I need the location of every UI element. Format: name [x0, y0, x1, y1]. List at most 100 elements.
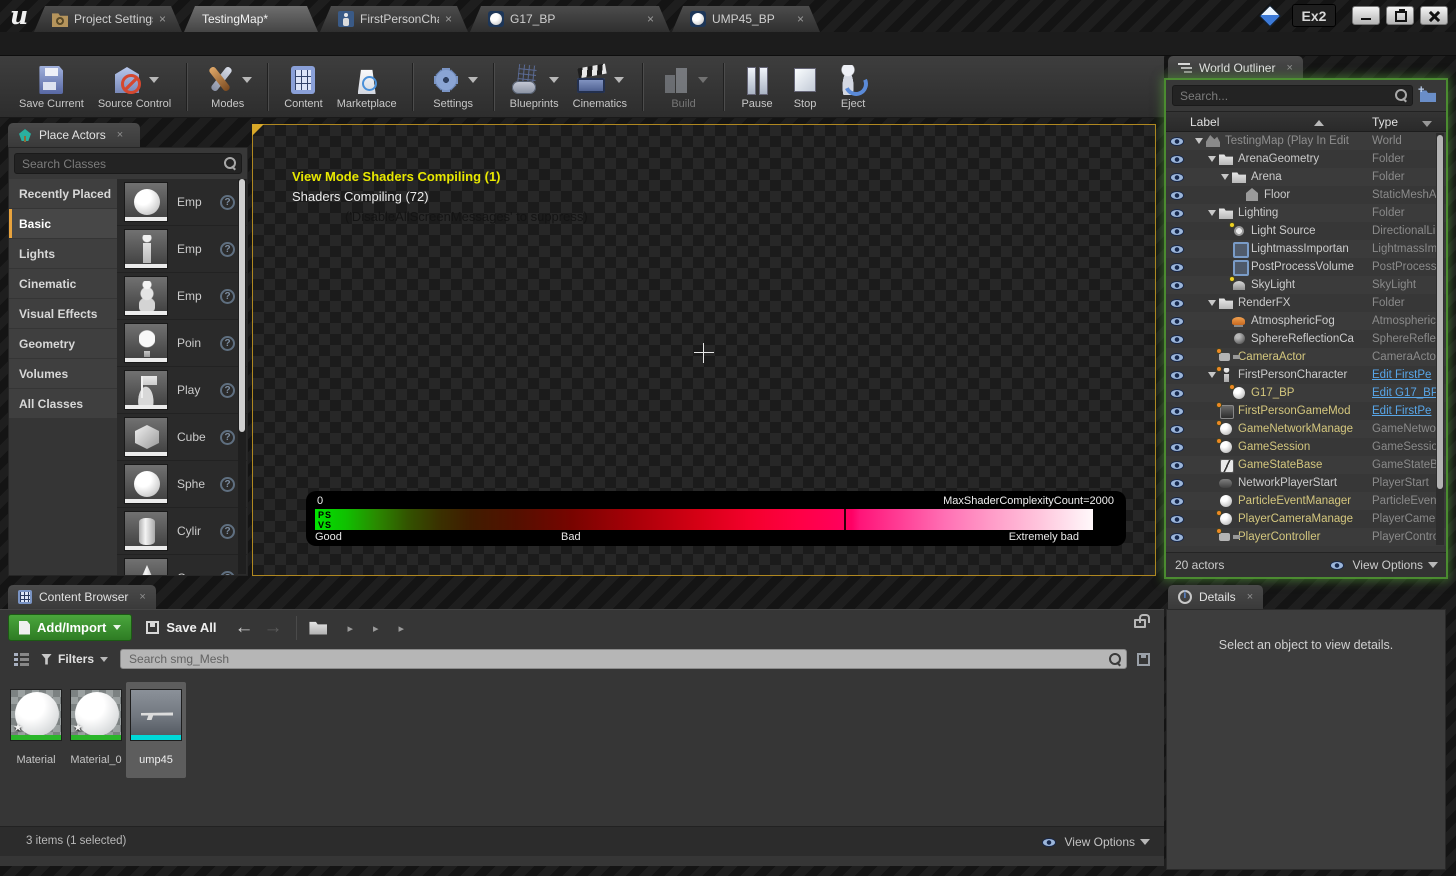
- outliner-row[interactable]: AtmosphericFog Atmospheric: [1166, 312, 1446, 330]
- outliner-row[interactable]: LightmassImportan LightmassIm: [1166, 240, 1446, 258]
- toolbar-button[interactable]: [186, 63, 188, 111]
- help-icon[interactable]: [220, 195, 235, 210]
- visibility-eye-icon[interactable]: [1170, 209, 1184, 218]
- actor-thumbnail-icon[interactable]: [124, 464, 168, 504]
- actor-thumbnail-icon[interactable]: [124, 229, 168, 269]
- actor-thumbnail-icon[interactable]: [124, 182, 168, 222]
- close-icon[interactable]: [139, 591, 145, 603]
- visibility-eye-icon[interactable]: [1170, 515, 1184, 524]
- outliner-row[interactable]: SkyLight SkyLight: [1166, 276, 1446, 294]
- forward-arrow-button[interactable]: →: [263, 618, 282, 637]
- content-view-options-button[interactable]: View Options: [1042, 835, 1150, 849]
- outliner-search-field[interactable]: [1172, 85, 1413, 106]
- visibility-eye-icon[interactable]: [1170, 461, 1184, 470]
- asset-tile[interactable]: Material_0: [66, 682, 126, 778]
- placeable-actor-item[interactable]: Cylir: [117, 508, 247, 555]
- visibility-eye-icon[interactable]: [1170, 443, 1184, 452]
- actor-thumbnail-icon[interactable]: [124, 417, 168, 457]
- actor-type-text[interactable]: ParticleEven: [1372, 495, 1436, 507]
- asset-thumbnail[interactable]: [130, 689, 182, 741]
- actor-type-text[interactable]: Edit FirstPe: [1372, 405, 1436, 417]
- visibility-eye-icon[interactable]: [1170, 353, 1184, 362]
- toolbar-button[interactable]: Eject: [836, 63, 870, 110]
- placeable-actor-item[interactable]: Sphe: [117, 461, 247, 508]
- close-icon[interactable]: [1247, 591, 1253, 603]
- help-icon[interactable]: [220, 336, 235, 351]
- outliner-row[interactable]: PlayerController PlayerContro: [1166, 528, 1446, 546]
- visibility-eye-icon[interactable]: [1170, 335, 1184, 344]
- asset-thumbnail[interactable]: [10, 689, 62, 741]
- actor-type-text[interactable]: PostProcess: [1372, 261, 1436, 273]
- outliner-column-header[interactable]: Label Type: [1166, 111, 1446, 132]
- visibility-eye-icon[interactable]: [1170, 533, 1184, 542]
- place-actors-category[interactable]: Lights: [9, 239, 117, 268]
- toolbar-button[interactable]: [642, 63, 644, 111]
- close-window-button[interactable]: [1420, 6, 1448, 25]
- visibility-eye-icon[interactable]: [1170, 479, 1184, 488]
- actor-type-text[interactable]: GameStateB: [1372, 459, 1436, 471]
- actor-thumbnail-icon[interactable]: [124, 370, 168, 410]
- toolbar-button[interactable]: [723, 63, 725, 111]
- actor-type-text[interactable]: Folder: [1372, 297, 1436, 309]
- visibility-eye-icon[interactable]: [1170, 371, 1184, 380]
- back-arrow-button[interactable]: ←: [234, 618, 253, 637]
- outliner-row[interactable]: FirstPersonCharacter Edit FirstPe: [1166, 366, 1446, 384]
- chevron-down-icon[interactable]: [698, 77, 708, 83]
- visibility-eye-icon[interactable]: [1170, 137, 1184, 146]
- app-tab[interactable]: Project Settings: [34, 6, 182, 32]
- actor-type-text[interactable]: PlayerCamer: [1372, 513, 1436, 525]
- breadcrumb-item[interactable]: [389, 620, 415, 635]
- tab-world-outliner[interactable]: World Outliner: [1168, 56, 1303, 80]
- place-actors-scrollbar[interactable]: [238, 179, 246, 574]
- filters-button[interactable]: Filters: [41, 652, 108, 666]
- toolbar-button[interactable]: Settings: [429, 63, 478, 110]
- close-tab-icon[interactable]: [647, 12, 654, 26]
- outliner-row[interactable]: GameSession GameSessio: [1166, 438, 1446, 456]
- chevron-down-icon[interactable]: [614, 77, 624, 83]
- actor-type-text[interactable]: PlayerStart: [1372, 477, 1436, 489]
- outliner-row[interactable]: PlayerCameraManage PlayerCamer: [1166, 510, 1446, 528]
- folder-icon[interactable]: [309, 621, 327, 635]
- visibility-eye-icon[interactable]: [1170, 245, 1184, 254]
- search-classes-field[interactable]: [14, 153, 242, 174]
- close-tab-icon[interactable]: [445, 12, 452, 26]
- help-icon[interactable]: [220, 477, 235, 492]
- chevron-down-icon[interactable]: [549, 77, 559, 83]
- outliner-view-options-button[interactable]: View Options: [1330, 558, 1438, 572]
- outliner-search-input[interactable]: [1172, 85, 1413, 106]
- toolbar-button[interactable]: Cinematics: [573, 63, 627, 110]
- column-label[interactable]: Label: [1190, 115, 1219, 129]
- outliner-row[interactable]: ArenaGeometry Folder: [1166, 150, 1446, 168]
- minimize-button[interactable]: [1352, 6, 1380, 25]
- placeable-actor-item[interactable]: Cone: [117, 555, 247, 575]
- actor-type-text[interactable]: DirectionalLi: [1372, 225, 1436, 237]
- outliner-scrollbar[interactable]: [1436, 133, 1444, 545]
- help-icon[interactable]: [220, 383, 235, 398]
- toolbar-button[interactable]: [412, 63, 414, 111]
- actor-type-text[interactable]: SphereReflec: [1372, 333, 1436, 345]
- actor-type-text[interactable]: Atmospheric: [1372, 315, 1436, 327]
- place-actors-category[interactable]: Visual Effects: [9, 299, 117, 328]
- visibility-eye-icon[interactable]: [1170, 173, 1184, 182]
- outliner-row[interactable]: Lighting Folder: [1166, 204, 1446, 222]
- restore-button[interactable]: [1386, 6, 1414, 25]
- toolbar-button[interactable]: Pause: [740, 63, 774, 110]
- sources-panel-toggle-icon[interactable]: [14, 652, 29, 666]
- add-import-button[interactable]: Add/Import: [8, 614, 132, 641]
- outliner-row[interactable]: PostProcessVolume PostProcess: [1166, 258, 1446, 276]
- toolbar-button[interactable]: Stop: [788, 63, 822, 110]
- asset-search-field[interactable]: [120, 649, 1127, 669]
- toolbar-button[interactable]: Build: [659, 63, 708, 110]
- placeable-actor-item[interactable]: Emp: [117, 273, 247, 320]
- outliner-row[interactable]: RenderFX Folder: [1166, 294, 1446, 312]
- actor-thumbnail-icon[interactable]: [124, 276, 168, 316]
- app-tab[interactable]: G17_BP: [470, 6, 670, 32]
- visibility-eye-icon[interactable]: [1170, 389, 1184, 398]
- toolbar-button[interactable]: Blueprints: [510, 63, 559, 110]
- place-actors-category[interactable]: Basic: [9, 209, 117, 238]
- placeable-actor-item[interactable]: Emp: [117, 179, 247, 226]
- actor-type-text[interactable]: Edit G17_BP: [1372, 387, 1436, 399]
- visibility-eye-icon[interactable]: [1170, 299, 1184, 308]
- tab-content-browser[interactable]: Content Browser: [8, 585, 156, 609]
- toolbar-button[interactable]: Content: [284, 63, 323, 110]
